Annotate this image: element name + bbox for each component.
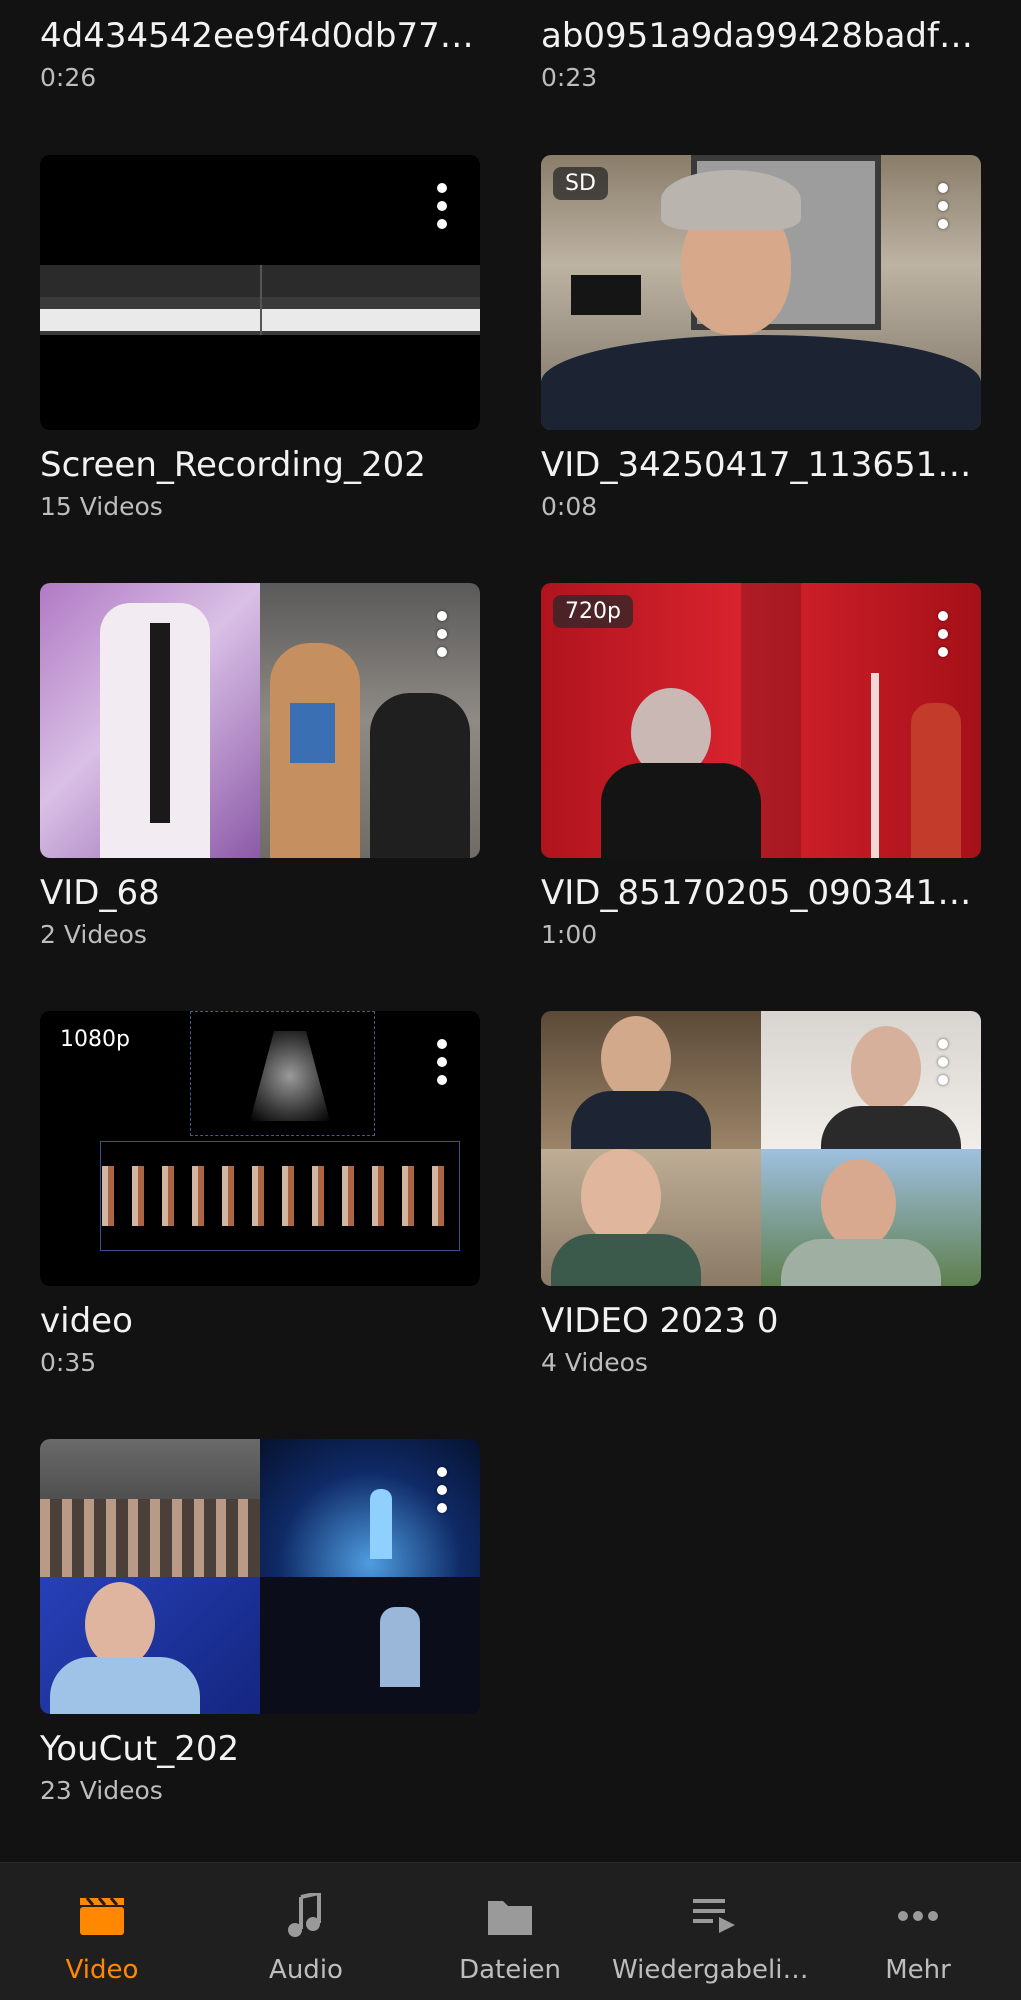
video-count: 15 Videos bbox=[40, 492, 163, 521]
video-title: YouCut_202 bbox=[40, 1729, 240, 1769]
more-options-icon[interactable] bbox=[432, 183, 452, 229]
music-note-icon bbox=[288, 1893, 321, 1937]
nav-files[interactable]: Dateien bbox=[408, 1863, 612, 2000]
video-thumbnail[interactable]: SD bbox=[541, 155, 981, 430]
more-options-icon[interactable] bbox=[432, 1467, 452, 1513]
quality-badge: 720p bbox=[553, 595, 633, 628]
video-duration: 0:08 bbox=[541, 492, 598, 521]
video-thumbnail[interactable] bbox=[40, 583, 480, 858]
video-card[interactable]: SD VID_34250417_113651_688 0:08 bbox=[541, 155, 981, 521]
more-horizontal-icon bbox=[898, 1911, 938, 1921]
video-title: VIDEO 2023 0 bbox=[541, 1301, 779, 1341]
more-options-icon[interactable] bbox=[933, 1039, 953, 1085]
bottom-navigation: Video Audio Dateien Wiedergabelist... Me… bbox=[0, 1862, 1021, 2000]
video-library-page: 4d434542ee9f4d0db778... 0:26 ab0951a9da9… bbox=[0, 0, 1021, 2000]
video-count: 23 Videos bbox=[40, 1776, 163, 1805]
video-thumbnail[interactable]: 720p bbox=[541, 583, 981, 858]
video-title: video bbox=[40, 1301, 133, 1341]
more-options-icon[interactable] bbox=[432, 1039, 452, 1085]
nav-playlists[interactable]: Wiedergabelist... bbox=[612, 1863, 816, 2000]
video-duration: 1:00 bbox=[541, 920, 598, 949]
video-card[interactable]: 1080p video 0:35 bbox=[40, 1011, 480, 1377]
folder-card[interactable]: VIDEO 2023 0 4 Videos bbox=[541, 1011, 981, 1377]
video-duration: 0:26 bbox=[40, 63, 97, 92]
video-title: VID_34250417_113651_688 bbox=[541, 445, 981, 485]
folder-icon bbox=[488, 1901, 532, 1935]
nav-video[interactable]: Video bbox=[0, 1863, 204, 2000]
video-title: 4d434542ee9f4d0db778... bbox=[40, 16, 480, 56]
video-title: VID_85170205_090341_7... bbox=[541, 873, 981, 913]
folder-card[interactable]: VID_68 2 Videos bbox=[40, 583, 480, 949]
quality-badge: SD bbox=[553, 167, 608, 200]
clapperboard-icon bbox=[80, 1897, 124, 1935]
video-title: VID_68 bbox=[40, 873, 160, 913]
nav-label: Wiedergabelist... bbox=[612, 1955, 816, 1985]
video-thumbnail[interactable] bbox=[40, 1439, 480, 1714]
video-thumbnail[interactable] bbox=[40, 155, 480, 430]
nav-label: Video bbox=[65, 1955, 139, 1985]
quality-badge: 1080p bbox=[60, 1027, 130, 1052]
nav-audio[interactable]: Audio bbox=[204, 1863, 408, 2000]
video-thumbnail[interactable] bbox=[541, 1011, 981, 1286]
video-duration: 0:35 bbox=[40, 1348, 97, 1377]
video-count: 2 Videos bbox=[40, 920, 147, 949]
more-options-icon[interactable] bbox=[933, 611, 953, 657]
more-options-icon[interactable] bbox=[432, 611, 452, 657]
nav-label: Mehr bbox=[885, 1955, 951, 1985]
more-options-icon[interactable] bbox=[933, 183, 953, 229]
nav-more[interactable]: Mehr bbox=[816, 1863, 1020, 2000]
video-count: 4 Videos bbox=[541, 1348, 648, 1377]
video-card[interactable]: 720p VID_85170205_090341_7... 1:00 bbox=[541, 583, 981, 949]
video-title: Screen_Recording_202 bbox=[40, 445, 426, 485]
screen-recording-preview bbox=[40, 265, 480, 335]
video-title: ab0951a9da99428badfb... bbox=[541, 16, 981, 56]
nav-label: Dateien bbox=[459, 1955, 561, 1985]
video-duration: 0:23 bbox=[541, 63, 598, 92]
playlist-icon bbox=[693, 1899, 735, 1933]
video-thumbnail[interactable]: 1080p bbox=[40, 1011, 480, 1286]
nav-label: Audio bbox=[269, 1955, 343, 1985]
folder-card[interactable]: YouCut_202 23 Videos bbox=[40, 1439, 480, 1805]
partial-top-row: 4d434542ee9f4d0db778... 0:26 ab0951a9da9… bbox=[0, 0, 1021, 100]
folder-card[interactable]: Screen_Recording_202 15 Videos bbox=[40, 155, 480, 521]
